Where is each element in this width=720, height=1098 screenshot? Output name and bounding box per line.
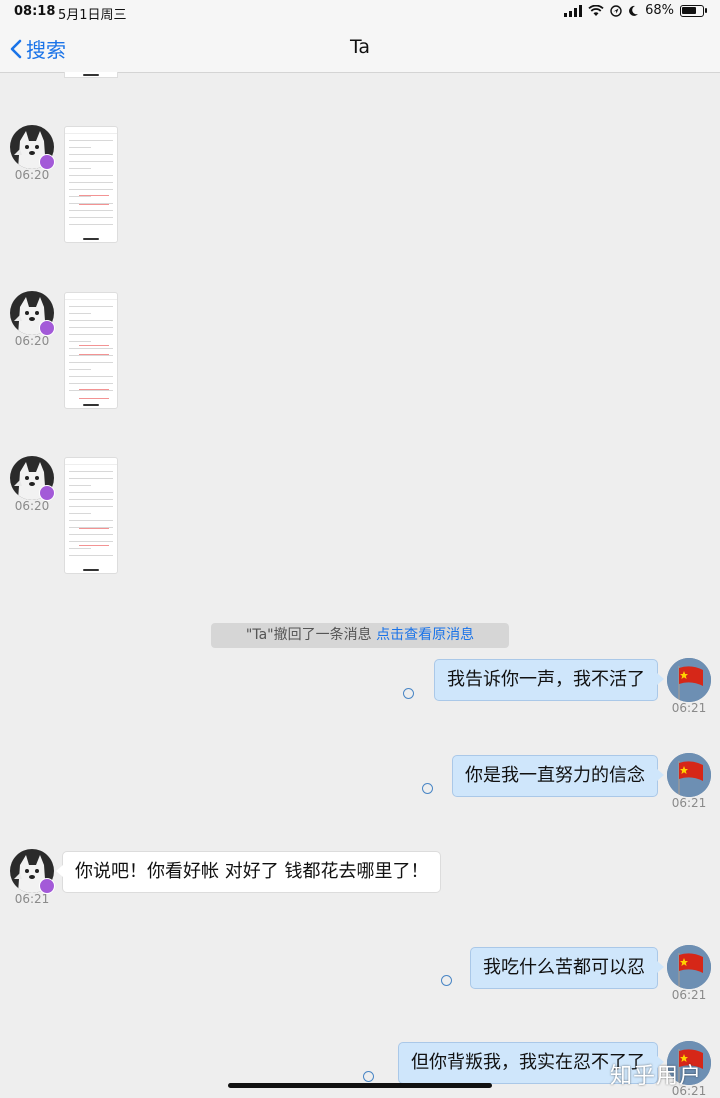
battery-fill	[682, 6, 696, 14]
wifi-icon	[588, 4, 604, 16]
home-indicator[interactable]	[228, 1083, 492, 1088]
chat-title: Ta	[349, 36, 371, 58]
read-status-icon	[403, 688, 414, 699]
flag-avatar-icon	[667, 753, 711, 797]
read-status-icon	[363, 1071, 374, 1082]
contact-message-bubble[interactable]: 你说吧！你看好帐 对好了 钱都花去哪里了！	[55, 851, 442, 893]
navigation-bar: 搜索 Ta	[0, 24, 720, 73]
my-message-bubble[interactable]: 你是我一直努力的信念	[452, 755, 664, 797]
status-bar: 08:18 5月1日周三 68%	[0, 0, 720, 24]
watermark: 知乎用户	[610, 1064, 703, 1089]
image-message-thumbnail[interactable]	[64, 457, 118, 574]
location-icon	[610, 4, 622, 17]
my-message-bubble[interactable]: 我告诉你一声，我不活了	[434, 659, 664, 701]
message-time: 06:21	[671, 796, 707, 810]
recall-notice: "Ta"撤回了一条消息 点击查看原消息	[211, 623, 509, 648]
status-time: 08:18	[14, 4, 56, 19]
image-message-thumbnail[interactable]	[64, 126, 118, 243]
flag-avatar-icon	[667, 658, 711, 702]
message-time: 06:20	[14, 499, 50, 513]
my-avatar[interactable]	[667, 658, 711, 702]
recall-text: "Ta"撤回了一条消息	[245, 627, 372, 643]
flag-avatar-icon	[667, 945, 711, 989]
moon-icon	[629, 5, 639, 16]
battery-icon	[680, 4, 707, 17]
message-time: 06:21	[671, 988, 707, 1002]
status-date: 5月1日周三	[58, 8, 127, 23]
signal-icon	[564, 4, 583, 17]
battery-percent: 68%	[645, 3, 674, 18]
message-time: 06:20	[14, 168, 50, 182]
my-avatar[interactable]	[667, 945, 711, 989]
message-time: 06:20	[14, 334, 50, 348]
read-status-icon	[441, 975, 452, 986]
status-icons: 68%	[564, 3, 707, 18]
read-status-icon	[422, 783, 433, 794]
message-time: 06:21	[14, 892, 50, 906]
my-message-bubble[interactable]: 我吃什么苦都可以忍	[470, 947, 664, 989]
image-message-thumbnail[interactable]	[64, 292, 118, 409]
image-thumbnail-partial[interactable]	[64, 72, 118, 78]
message-time: 06:21	[671, 701, 707, 715]
view-original-link[interactable]: 点击查看原消息	[376, 627, 474, 643]
my-avatar[interactable]	[667, 753, 711, 797]
